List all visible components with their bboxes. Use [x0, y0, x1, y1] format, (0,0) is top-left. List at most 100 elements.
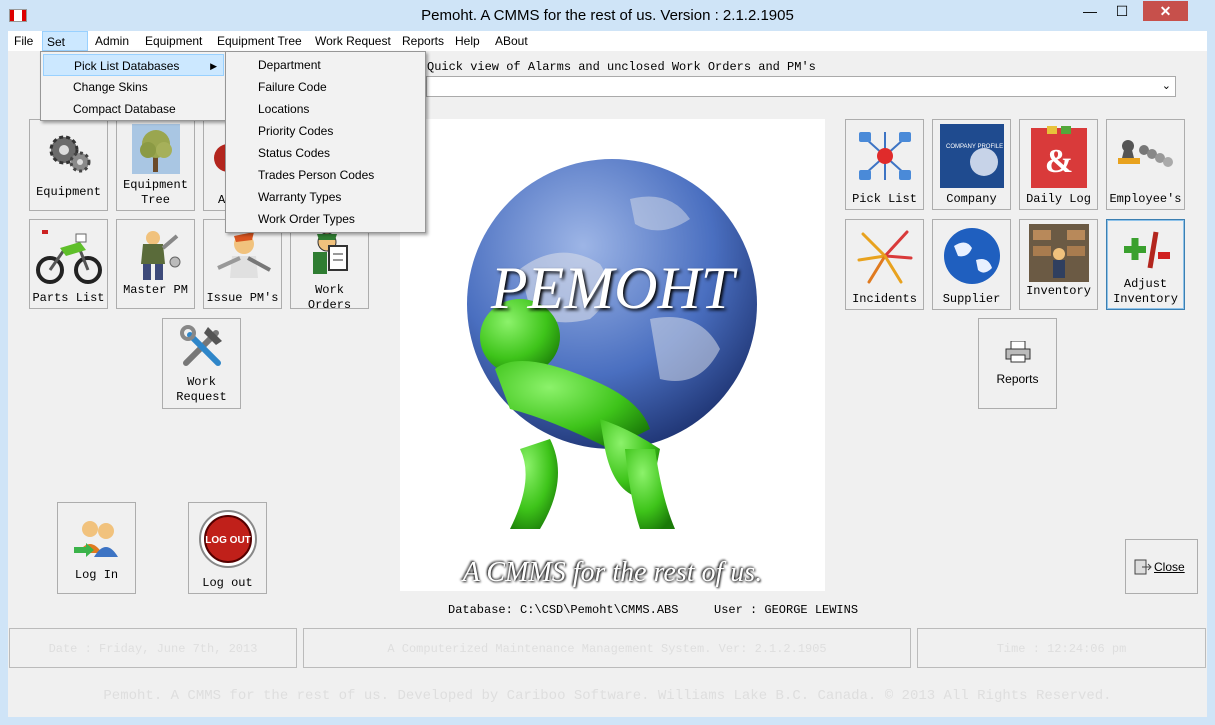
close-window-button[interactable]: ✕ [1143, 1, 1188, 21]
chevron-down-icon[interactable]: ⌄ [1162, 79, 1171, 92]
company-badge-text: COMPANY PROFILE [946, 144, 1003, 150]
quick-view-combo[interactable]: ⌄ [426, 76, 1176, 97]
quick-view-label: Quick view of Alarms and unclosed Work O… [427, 60, 816, 74]
status-system: A Computerized Maintenance Management Sy… [303, 628, 911, 668]
hidden-tile-button[interactable]: A [203, 119, 228, 211]
exit-door-icon [1134, 559, 1152, 575]
supplier-button[interactable]: Supplier [932, 219, 1011, 310]
log-out-label: Log out [202, 576, 253, 590]
incidents-label: Incidents [852, 292, 917, 306]
menu-equipment-tree[interactable]: Equipment Tree [213, 31, 306, 51]
submenu-arrow-icon: ▶ [210, 61, 217, 71]
pick-list-button[interactable]: Pick List [845, 119, 924, 210]
splash-tagline: A CMMS for the rest of us. [462, 557, 763, 588]
work-request-button[interactable]: Work Request [162, 318, 241, 409]
menu-item-change-skins[interactable]: Change Skins [43, 76, 224, 98]
company-label: Company [946, 192, 997, 206]
splash-logo: PEMOHT A CMMS for the rest of us. [400, 119, 825, 591]
network-icon [858, 132, 911, 180]
issue-pms-label: Issue PM's [206, 291, 279, 305]
window-title: Pemoht. A CMMS for the rest of us. Versi… [421, 7, 794, 24]
log-out-badge-text: LOG OUT [205, 535, 251, 546]
globe-icon [943, 228, 1000, 284]
title-bar: Pemoht. A CMMS for the rest of us. Versi… [0, 0, 1215, 31]
submenu-item-priority-codes[interactable]: Priority Codes [228, 120, 423, 142]
log-out-button[interactable]: LOG OUT Log out [188, 502, 267, 594]
setup-menu: Pick List Databases ▶ Change Skins Compa… [40, 51, 227, 121]
footer-copyright: Pemoht. A CMMS for the rest of us. Devel… [8, 673, 1207, 717]
menu-reports[interactable]: Reports [398, 31, 448, 51]
maximize-button[interactable]: ☐ [1107, 1, 1137, 21]
log-out-badge-icon: LOG OUT [198, 510, 257, 568]
menu-admin[interactable]: Admin [91, 31, 133, 51]
submenu-item-trades-person-codes[interactable]: Trades Person Codes [228, 164, 423, 186]
work-orders-label: Work Orders [307, 283, 352, 312]
master-pm-button[interactable]: Master PM [116, 219, 195, 309]
dirt-bike-icon [35, 230, 102, 284]
current-user: User : GEORGE LEWINS [714, 603, 859, 617]
menu-item-compact-database[interactable]: Compact Database [43, 98, 224, 120]
menu-equipment[interactable]: Equipment [141, 31, 206, 51]
submenu-item-locations[interactable]: Locations [228, 98, 423, 120]
incidents-button[interactable]: Incidents [845, 219, 924, 310]
work-request-label: Work Request [176, 375, 227, 404]
tree-icon [131, 124, 180, 174]
pick-list-submenu: Department Failure Code Locations Priori… [225, 51, 426, 233]
hammer-wrench-icon [179, 325, 222, 366]
team-icon [1117, 140, 1173, 167]
mechanic-icon [140, 231, 180, 280]
daily-log-label: Daily Log [1026, 192, 1091, 206]
master-pm-label: Master PM [123, 283, 188, 297]
inventory-button[interactable]: Inventory [1019, 219, 1098, 310]
menu-setup[interactable]: Set Up [42, 31, 88, 69]
reports-label: Reports [996, 372, 1039, 386]
employees-button[interactable]: Employee's [1106, 119, 1185, 210]
gears-icon [49, 135, 90, 173]
supplier-label: Supplier [942, 292, 1001, 306]
close-button[interactable]: Close [1125, 539, 1198, 594]
plus-minus-icon [1123, 231, 1170, 269]
submenu-item-work-order-types[interactable]: Work Order Types [228, 208, 423, 230]
work-orders-button[interactable]: Work Orders [290, 226, 369, 312]
equipment-button[interactable]: Equipment [29, 119, 108, 211]
company-button[interactable]: COMPANY PROFILE Company [932, 119, 1011, 210]
users-icon [73, 521, 118, 557]
printer-icon [1005, 341, 1030, 363]
log-in-label: Log In [74, 568, 119, 582]
database-path: Database: C:\CSD\Pemoht\CMMS.ABS [448, 603, 679, 617]
menu-work-request[interactable]: Work Request [311, 31, 395, 51]
menu-help[interactable]: Help [451, 31, 484, 51]
daily-log-glyph: & [1044, 143, 1072, 180]
menu-item-pick-list-databases[interactable]: Pick List Databases ▶ [43, 54, 224, 76]
equipment-tree-button[interactable]: Equipment Tree [116, 119, 195, 211]
equipment-label: Equipment [36, 185, 101, 199]
company-profile-icon: COMPANY PROFILE [939, 124, 1004, 188]
adjust-inventory-button[interactable]: Adjust Inventory [1106, 219, 1185, 310]
pick-list-databases-label: Pick List Databases [74, 59, 180, 73]
close-label: Close [1154, 560, 1185, 574]
inventory-label: Inventory [1026, 284, 1091, 298]
menu-about[interactable]: ABout [491, 31, 532, 51]
splash-title: PEMOHT [490, 255, 735, 321]
parts-list-button[interactable]: Parts List [29, 219, 108, 309]
parts-list-label: Parts List [32, 291, 105, 305]
fireworks-icon [857, 230, 912, 284]
menu-file[interactable]: File [10, 31, 37, 51]
reports-button[interactable]: Reports [978, 318, 1057, 409]
warehouse-icon [1028, 224, 1089, 282]
adjust-inventory-label: Adjust Inventory [1113, 277, 1178, 306]
submenu-item-failure-code[interactable]: Failure Code [228, 76, 423, 98]
daily-log-button[interactable]: & Daily Log [1019, 119, 1098, 210]
globe-figure-illustration [467, 159, 757, 529]
logbook-icon: & [1030, 126, 1087, 188]
pick-list-label: Pick List [852, 192, 917, 206]
status-date: Date : Friday, June 7th, 2013 [9, 628, 297, 668]
log-in-button[interactable]: Log In [57, 502, 136, 594]
status-time: Time : 12:24:06 pm [917, 628, 1206, 668]
menu-bar: File Set Up Admin Equipment Equipment Tr… [8, 31, 1207, 69]
submenu-item-department[interactable]: Department [228, 54, 423, 76]
submenu-item-status-codes[interactable]: Status Codes [228, 142, 423, 164]
submenu-item-warranty-types[interactable]: Warranty Types [228, 186, 423, 208]
clipboard-worker-icon [312, 232, 348, 274]
minimize-button[interactable]: — [1075, 1, 1105, 21]
